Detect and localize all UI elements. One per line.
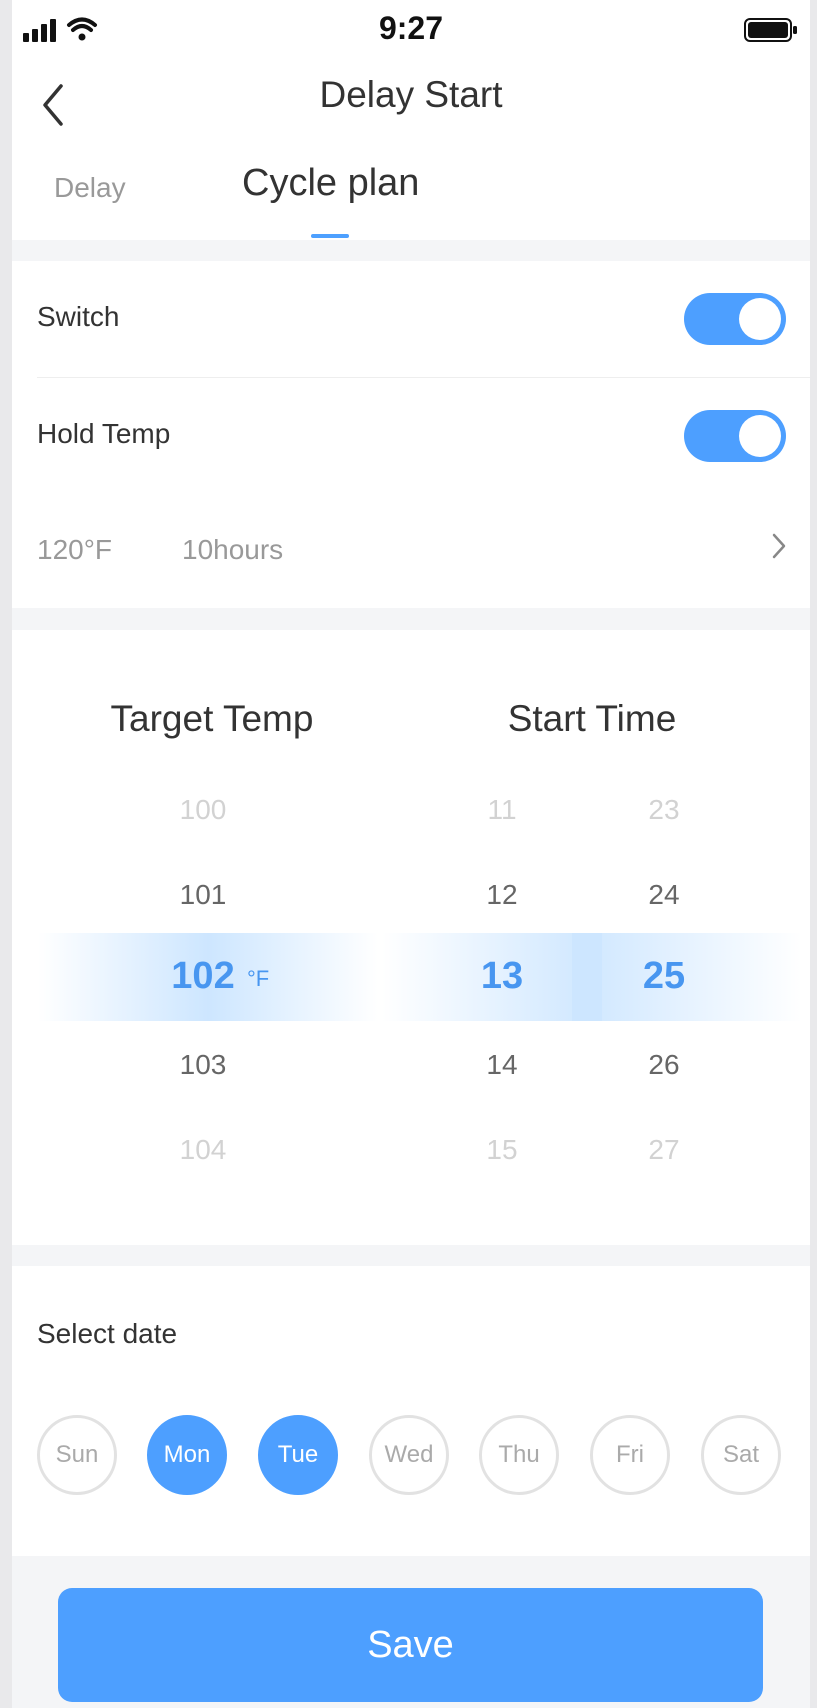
hold-temp-value: 120°F [37,534,113,565]
tab-cycle-plan[interactable]: Cycle plan [242,162,419,205]
day-wed[interactable]: Wed [369,1415,449,1495]
day-sun[interactable]: Sun [37,1415,117,1495]
picker-selected-option[interactable]: 13 [442,955,562,998]
toggle-knob [739,298,781,340]
picker-option[interactable]: 15 [442,1134,562,1166]
settings-card: Switch Hold Temp 120°F 10hours [12,261,810,608]
picker-selected-option[interactable]: 102 [143,955,263,998]
picker-option[interactable]: 23 [604,794,724,826]
tab-delay[interactable]: Delay [54,172,126,204]
nav-bar: Delay Start [12,60,810,160]
switch-toggle[interactable] [684,293,786,345]
status-time: 9:27 [378,10,444,46]
hold-temp-toggle[interactable] [684,410,786,462]
day-sat[interactable]: Sat [701,1415,781,1495]
tab-bar: Delay Cycle plan [12,160,810,240]
picker-option[interactable]: 24 [604,879,724,911]
page-title: Delay Start [319,74,503,115]
picker-option[interactable]: 104 [143,1134,263,1166]
time-temp-picker: Target Temp Start Time 100 101 102 103 1… [12,630,810,1245]
picker-selected-option[interactable]: 25 [604,955,724,998]
start-time-title: Start Time [507,698,677,739]
picker-option[interactable]: 12 [442,879,562,911]
status-bar: 9:27 [12,0,810,60]
picker-option[interactable]: 27 [604,1134,724,1166]
chevron-right-icon[interactable] [772,533,786,564]
day-thu[interactable]: Thu [479,1415,559,1495]
switch-label: Switch [37,301,120,332]
picker-option[interactable]: 101 [143,879,263,911]
select-date-card: Select date Sun Mon Tue Wed Thu Fri Sat [12,1266,810,1556]
picker-option[interactable]: 26 [604,1049,724,1081]
save-button[interactable]: Save [58,1588,763,1702]
day-tue[interactable]: Tue [258,1415,338,1495]
picker-option[interactable]: 100 [143,794,263,826]
day-fri[interactable]: Fri [590,1415,670,1495]
target-temp-title: Target Temp [110,698,314,739]
temp-unit: °F [247,966,270,991]
active-tab-indicator [311,234,349,238]
picker-option[interactable]: 103 [143,1049,263,1081]
picker-option[interactable]: 11 [442,794,562,826]
battery-icon [744,18,798,47]
day-mon[interactable]: Mon [147,1415,227,1495]
toggle-knob [739,415,781,457]
select-date-label: Select date [37,1318,178,1349]
phone-screen: 9:27 Delay Start Delay Cycle plan Switch… [12,0,810,1708]
divider [37,377,810,378]
hold-temp-label: Hold Temp [37,418,171,449]
hold-duration-value: 10hours [182,534,284,565]
picker-option[interactable]: 14 [442,1049,562,1081]
